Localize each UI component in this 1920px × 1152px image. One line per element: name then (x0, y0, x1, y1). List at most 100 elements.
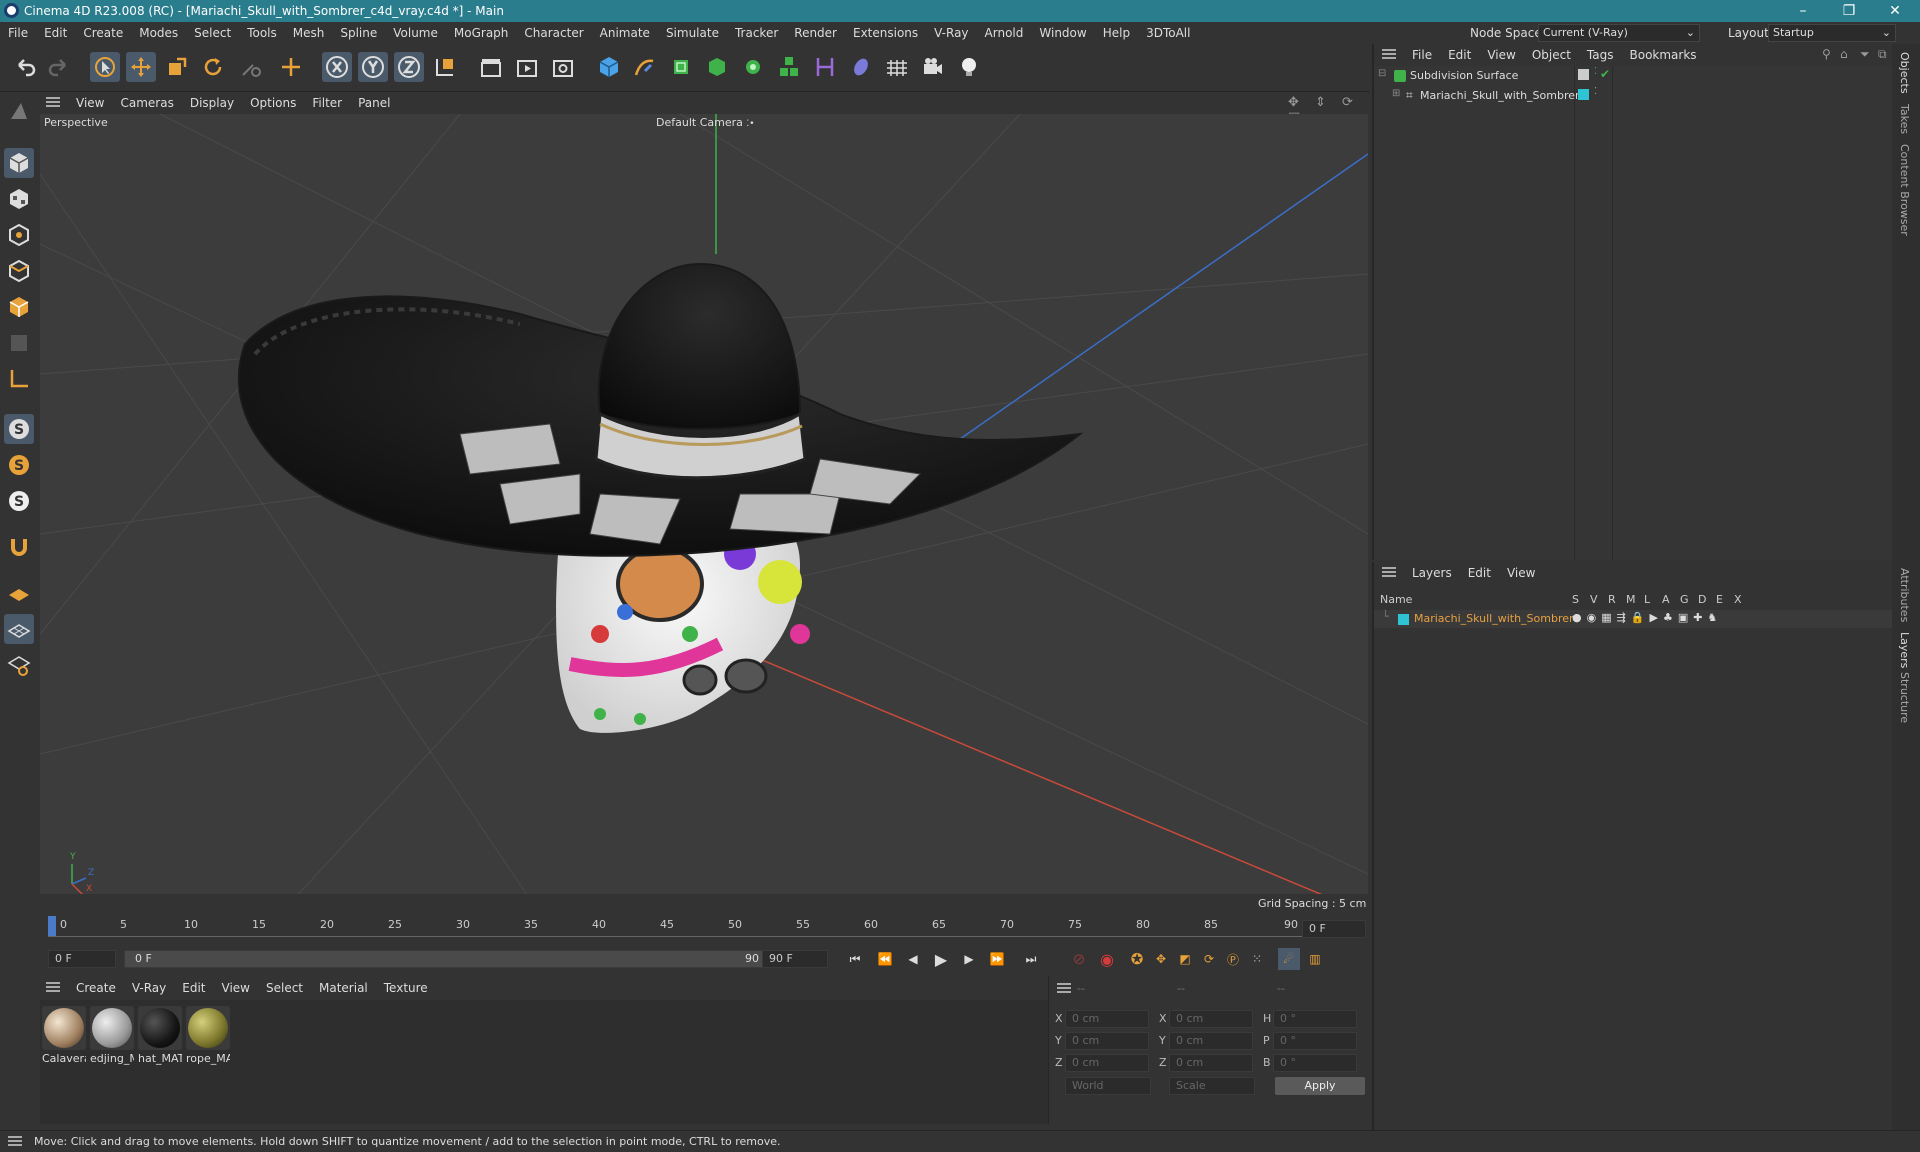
magnet-button[interactable] (4, 532, 34, 562)
undo-button[interactable] (10, 52, 40, 82)
key-rotation-button[interactable]: ⟳ (1198, 948, 1220, 970)
frame-range-slider[interactable]: 0 F 90 F (124, 950, 784, 968)
object-row-subdivision[interactable]: ⊟ Subdivision Surface ⁚ ✔ (1374, 66, 1892, 86)
tab-layers[interactable]: Layers (1898, 632, 1911, 668)
layer-color-swatch[interactable] (1398, 614, 1409, 625)
menu-mesh[interactable]: Mesh (285, 26, 333, 40)
end-frame-field[interactable]: 90 F (762, 950, 828, 968)
viewport-menu-options[interactable]: Options (242, 96, 304, 110)
floor-button[interactable] (882, 52, 912, 82)
axis-mode-button[interactable] (4, 364, 34, 394)
motion-system-button[interactable]: ☄ (1278, 948, 1300, 970)
autokey-button[interactable]: ◉ (1096, 948, 1118, 970)
objects-menu-bookmarks[interactable]: Bookmarks (1622, 48, 1705, 62)
polygon-mode-button[interactable] (4, 292, 34, 322)
texture-mode-button[interactable] (4, 184, 34, 214)
menu-window[interactable]: Window (1031, 26, 1094, 40)
coord-space-select[interactable]: World (1065, 1077, 1151, 1095)
column-render[interactable]: R (1608, 593, 1616, 606)
render-view-button[interactable] (512, 52, 542, 82)
column-manager[interactable]: M (1626, 593, 1636, 606)
menu-mograph[interactable]: MoGraph (446, 26, 517, 40)
column-locked[interactable]: L (1644, 593, 1650, 606)
column-view[interactable]: V (1590, 593, 1598, 606)
grid-mode-button[interactable] (4, 614, 34, 644)
extrude-button[interactable] (702, 52, 732, 82)
pos-z-field[interactable]: 0 cm (1065, 1054, 1149, 1072)
rot-b-field[interactable]: 0 ° (1273, 1054, 1357, 1072)
timeline-window-button[interactable]: ▥ (1304, 948, 1326, 970)
material-calavera[interactable]: Calavera (42, 1006, 86, 1065)
next-key-button[interactable]: ⏩ (986, 948, 1008, 970)
menu-3dtoall[interactable]: 3DToAll (1138, 26, 1198, 40)
workplane-grid-button[interactable] (4, 578, 34, 608)
menu-volume[interactable]: Volume (385, 26, 446, 40)
layout-select[interactable]: Startup ⌄ (1768, 24, 1896, 42)
column-solo[interactable]: S (1572, 593, 1579, 606)
rot-p-field[interactable]: 0 ° (1273, 1032, 1357, 1050)
objects-menu-tags[interactable]: Tags (1579, 48, 1622, 62)
go-to-end-button[interactable]: ⏭ (1020, 948, 1042, 970)
coordinate-system-button[interactable] (430, 52, 460, 82)
redo-button[interactable] (44, 52, 74, 82)
perspective-viewport[interactable]: Perspective Default Camera ⁚• Y Z X Grid… (40, 114, 1368, 914)
menu-arnold[interactable]: Arnold (977, 26, 1032, 40)
snap-button[interactable]: S (4, 414, 34, 444)
menu-extensions[interactable]: Extensions (845, 26, 926, 40)
layers-menu-edit[interactable]: Edit (1460, 566, 1499, 580)
timeline-ruler[interactable]: 0 5 10 15 20 25 30 35 40 45 50 55 60 65 … (40, 914, 1370, 944)
rot-h-field[interactable]: 0 ° (1273, 1010, 1357, 1028)
record-off-button[interactable]: ⊘ (1068, 948, 1090, 970)
menu-select[interactable]: Select (186, 26, 239, 40)
minimize-button[interactable]: – (1780, 0, 1826, 22)
light-button[interactable] (954, 52, 984, 82)
move-tool-button[interactable] (126, 52, 156, 82)
objects-search-icon[interactable]: ⚲ (1822, 47, 1831, 61)
workplane-button[interactable] (4, 96, 34, 126)
column-expressions[interactable]: E (1716, 593, 1723, 606)
material-menu-icon[interactable] (38, 981, 68, 995)
objects-filter-icon[interactable]: ⏷ (1860, 47, 1870, 62)
node-space-select[interactable]: Current (V-Ray) ⌄ (1538, 24, 1700, 42)
menu-edit[interactable]: Edit (36, 26, 75, 40)
cloner-button[interactable] (738, 52, 768, 82)
quantize-button[interactable]: S (4, 486, 34, 516)
objects-menu-object[interactable]: Object (1524, 48, 1579, 62)
layers-menu-icon[interactable] (1374, 566, 1404, 580)
column-xref[interactable]: X (1734, 593, 1742, 606)
previous-key-button[interactable]: ⏪ (874, 948, 896, 970)
menu-animate[interactable]: Animate (592, 26, 658, 40)
recent-tool-button[interactable] (236, 52, 266, 82)
material-menu-edit[interactable]: Edit (174, 981, 213, 995)
expand-icon[interactable]: ⊟ (1378, 68, 1386, 79)
close-button[interactable]: ✕ (1872, 0, 1918, 22)
layer-row[interactable]: └ Mariachi_Skull_with_Sombrer ●◉▦⇶🔒▶♣▣✚♞ (1374, 610, 1892, 628)
step-forward-button[interactable]: ▶ (958, 948, 980, 970)
column-generators[interactable]: G (1680, 593, 1689, 606)
deformer-button[interactable] (810, 52, 840, 82)
menu-spline[interactable]: Spline (332, 26, 385, 40)
menu-create[interactable]: Create (75, 26, 131, 40)
tab-objects[interactable]: Objects (1898, 52, 1911, 94)
layer-color-swatch[interactable] (1578, 89, 1589, 100)
layer-name[interactable]: Mariachi_Skull_with_Sombrer (1414, 612, 1574, 625)
apply-button[interactable]: Apply (1275, 1077, 1365, 1095)
menu-simulate[interactable]: Simulate (658, 26, 727, 40)
rotate-tool-button[interactable] (198, 52, 228, 82)
material-menu-select[interactable]: Select (258, 981, 311, 995)
visibility-dots-icon[interactable]: ⁚ (1594, 66, 1597, 77)
viewport-menu-display[interactable]: Display (182, 96, 242, 110)
key-scale-button[interactable]: ◩ (1174, 948, 1196, 970)
playhead[interactable] (48, 916, 56, 936)
edit-visibility-icon[interactable] (1578, 69, 1589, 80)
material-menu-create[interactable]: Create (68, 981, 124, 995)
current-frame-field[interactable]: 0 F (1302, 920, 1366, 938)
tab-structure[interactable]: Structure (1898, 672, 1911, 723)
render-region-button[interactable] (476, 52, 506, 82)
layer-flag-icons[interactable]: ●◉▦⇶🔒▶♣▣✚♞ (1572, 611, 1722, 624)
material-menu-texture[interactable]: Texture (376, 981, 436, 995)
step-back-button[interactable]: ◀ (902, 948, 924, 970)
material-hat[interactable]: hat_MAT (138, 1006, 182, 1065)
tab-takes[interactable]: Takes (1898, 104, 1911, 134)
tab-attributes[interactable]: Attributes (1898, 568, 1911, 622)
